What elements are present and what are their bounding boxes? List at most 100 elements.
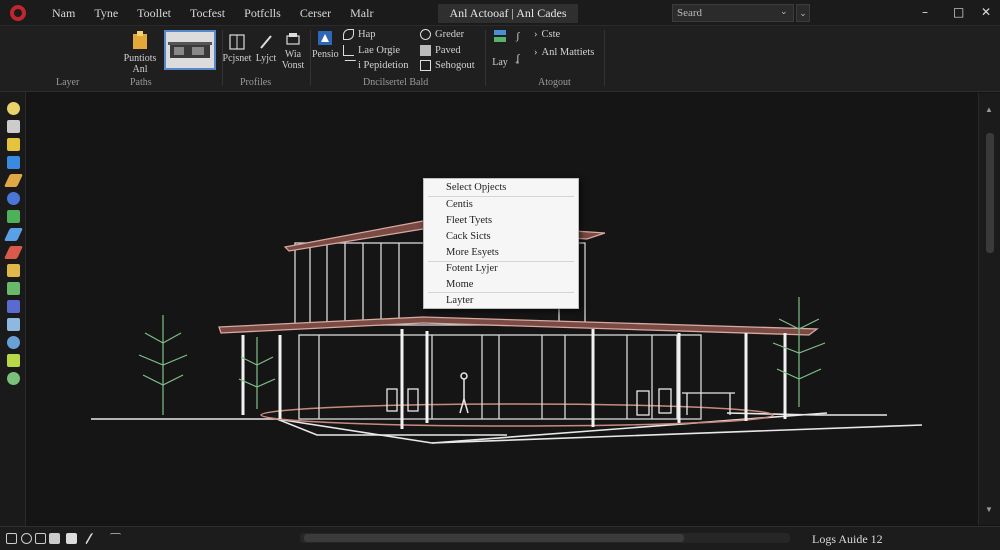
- context-item-fotent-lyjer[interactable]: Fotent Lyjer: [446, 263, 498, 274]
- pensil-button[interactable]: Pensio: [312, 30, 339, 60]
- line-grids-button[interactable]: Lae Orgie: [343, 45, 400, 56]
- layer-button[interactable]: Lyjct: [252, 34, 280, 64]
- rectangle-tool-icon[interactable]: [7, 156, 20, 169]
- grader-label: Greder: [435, 29, 465, 40]
- group-label-atogout: Atogout: [538, 77, 571, 88]
- line-grids-label: Lae Orgie: [358, 45, 401, 56]
- section-tool-icon[interactable]: [7, 318, 20, 331]
- scroll-up-icon[interactable]: ▲: [985, 105, 993, 114]
- circle-tool-icon[interactable]: [7, 192, 20, 205]
- angle-icon: [340, 60, 357, 71]
- menu-item-tocfest[interactable]: Tocfest: [190, 6, 225, 21]
- context-item-select-objects[interactable]: Select Opjects: [446, 182, 506, 193]
- scroll-thumb[interactable]: [304, 534, 684, 542]
- square-icon: [420, 45, 431, 56]
- scroll-down-icon[interactable]: ▼: [985, 505, 993, 514]
- menu-item-file[interactable]: Nam: [52, 6, 75, 21]
- grader-button[interactable]: Greder: [420, 29, 464, 40]
- model-viewport[interactable]: [27, 93, 977, 525]
- scroll-thumb[interactable]: [986, 133, 994, 253]
- sehogout-label: Sehogout: [435, 60, 475, 71]
- group-label-dimensional: Dncilsertel Bald: [363, 77, 429, 88]
- chevron-down-icon[interactable]: ⌄: [780, 6, 788, 17]
- line-weight-icon[interactable]: [110, 533, 121, 544]
- pensil-label: Pensio: [312, 49, 339, 60]
- house-preview-icon: [168, 42, 212, 58]
- menu-item-toolset[interactable]: Toollet: [137, 6, 171, 21]
- zoom-tool-icon[interactable]: [7, 372, 20, 385]
- minimize-button[interactable]: –: [922, 5, 928, 19]
- pepidetion-button[interactable]: i Pepidetion: [340, 60, 408, 71]
- pencil-icon: [260, 35, 272, 49]
- dimension-tool-icon[interactable]: [7, 264, 20, 277]
- polar-toggle-icon[interactable]: [49, 533, 60, 544]
- move-tool-icon[interactable]: [7, 120, 20, 133]
- polygon-tool-icon[interactable]: [7, 210, 20, 223]
- context-item-cack-sicts[interactable]: Cack Sicts: [446, 231, 491, 242]
- menu-item-cerser[interactable]: Cerser: [300, 6, 331, 21]
- hook-icon: ʃ: [516, 30, 520, 42]
- paste-label-2: Anl: [132, 64, 148, 75]
- measure-tool-icon[interactable]: [7, 300, 20, 313]
- paved-button[interactable]: Paved: [420, 45, 461, 56]
- draw-tool-2[interactable]: ʆ: [516, 52, 520, 64]
- group-label-paths: Paths: [130, 77, 152, 88]
- paint-tool-icon[interactable]: [7, 282, 20, 295]
- rotate-tool-icon[interactable]: [7, 138, 20, 151]
- ortho-toggle-icon[interactable]: [35, 533, 46, 544]
- lay-button[interactable]: Lay: [488, 28, 512, 68]
- context-separator: [428, 261, 574, 262]
- context-item-fleet-tyets[interactable]: Fleet Tyets: [446, 215, 492, 226]
- menu-item-potfclls[interactable]: Potfclls: [244, 6, 281, 21]
- vertical-scrollbar[interactable]: ▲ ▼: [978, 93, 1000, 525]
- pencil-icon[interactable]: [84, 533, 103, 544]
- left-toolbar: [0, 92, 26, 526]
- title-bar: Nam Tyne Toollet Tocfest Potfclls Cerser…: [0, 0, 1000, 26]
- circle-icon: [420, 29, 431, 40]
- context-item-mome[interactable]: Mome: [446, 279, 473, 290]
- menu-item-type[interactable]: Tyne: [94, 6, 118, 21]
- menu-item-malr[interactable]: Malr: [350, 6, 373, 21]
- close-button[interactable]: ✕: [981, 5, 991, 19]
- triangle-icon: [343, 45, 354, 56]
- line-tool-icon[interactable]: [3, 174, 24, 187]
- context-item-centis[interactable]: Centis: [446, 199, 473, 210]
- clipboard-icon: [133, 31, 147, 49]
- push-pull-tool-icon[interactable]: [7, 354, 20, 367]
- sehogout-button[interactable]: Sehogout: [420, 60, 475, 71]
- search-input[interactable]: Seard: [672, 4, 794, 22]
- context-item-layter[interactable]: Layter: [446, 295, 473, 306]
- layer-thumbnail[interactable]: [164, 30, 216, 70]
- anl-mattiets-button[interactable]: › Anl Mattiets: [534, 47, 594, 58]
- snap-toggle-icon[interactable]: [21, 533, 32, 544]
- layer-label: Lyjct: [255, 53, 277, 64]
- layers-button[interactable]: Pcjsnet: [220, 34, 254, 64]
- ribbon-separator: [485, 30, 486, 86]
- document-icon[interactable]: [66, 533, 77, 544]
- anl-mattiets-label: Anl Mattiets: [541, 47, 595, 58]
- hap-button[interactable]: Hap: [343, 29, 376, 40]
- context-menu: Select Opjects Centis Fleet Tyets Cack S…: [423, 178, 579, 309]
- orbit-tool-icon[interactable]: [7, 336, 20, 349]
- horizontal-scrollbar[interactable]: [300, 533, 790, 543]
- grid-icon: [229, 34, 245, 50]
- ribbon-separator: [310, 30, 311, 86]
- pen-tool-icon[interactable]: [3, 228, 24, 241]
- wizard-button[interactable]: Wia Vonst: [280, 32, 306, 71]
- restore-button[interactable]: □: [953, 5, 964, 19]
- group-label-layer: Layer: [56, 77, 80, 88]
- grid-toggle-icon[interactable]: [6, 533, 17, 544]
- caste-button[interactable]: › Cste: [534, 29, 560, 40]
- marker-tool-icon[interactable]: [3, 246, 24, 259]
- paste-button[interactable]: Puntiots Anl: [122, 30, 158, 75]
- app-logo-icon[interactable]: [10, 5, 26, 21]
- box-icon: [420, 60, 431, 71]
- paved-label: Paved: [435, 45, 461, 56]
- lay-label: Lay: [492, 57, 508, 68]
- chevron-right-icon: ›: [534, 29, 538, 40]
- context-item-more-esyets[interactable]: More Esyets: [446, 247, 499, 258]
- status-bar: Logs Auide 12: [0, 526, 1000, 550]
- draw-tool-1[interactable]: ʃ: [516, 30, 520, 42]
- search-dropdown-button[interactable]: ⌄: [796, 4, 810, 22]
- select-tool-icon[interactable]: [7, 102, 20, 115]
